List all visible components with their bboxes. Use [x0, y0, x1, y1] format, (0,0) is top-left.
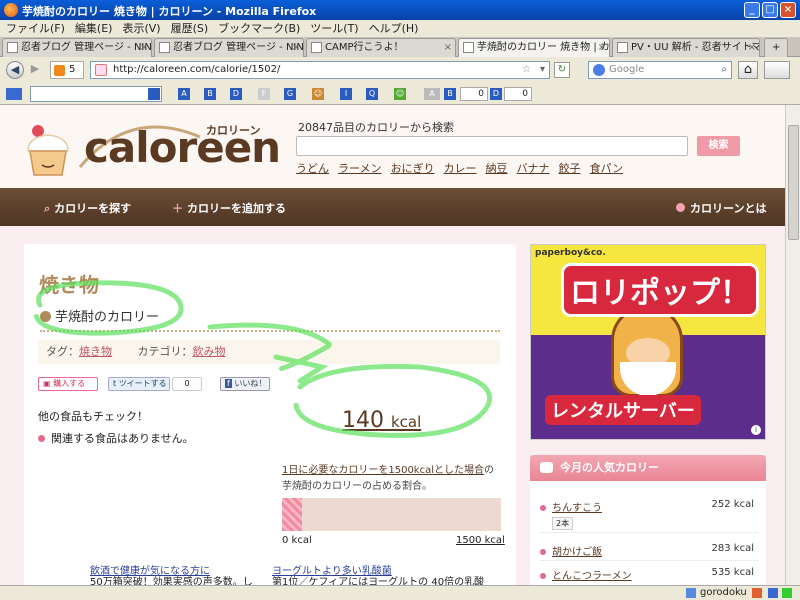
rss-button[interactable]: 5 — [50, 61, 84, 79]
toolbar-btn-q[interactable]: Q — [366, 88, 378, 100]
tab-close-icon[interactable]: × — [140, 39, 148, 56]
green-scribble-annotation — [33, 280, 492, 438]
toolbar-counter-a-label: A — [424, 88, 440, 100]
maximize-button[interactable]: □ — [762, 2, 778, 18]
toolbar-counter-b-icon: B — [444, 88, 456, 100]
menu-view[interactable]: 表示(V) — [122, 20, 160, 37]
tab-ninja-admin-2[interactable]: 忍者ブログ 管理ページ - NIN... × — [154, 38, 304, 57]
google-icon — [593, 64, 605, 76]
tab-caloreen[interactable]: 芋焼酎のカロリー 焼き物 | カ... × — [458, 38, 610, 58]
forward-button[interactable]: ▶ — [26, 61, 44, 79]
toolbar-counter-d-value: 0 — [504, 87, 532, 101]
status-user: gorodoku — [700, 587, 747, 598]
status-icon — [752, 588, 762, 598]
url-text: http://caloreen.com/calorie/1502/ — [113, 64, 281, 75]
toolbar-btn-face-icon[interactable]: ☺ — [312, 88, 324, 100]
toolbar-counter-a-value: 0 — [460, 87, 488, 101]
toolbar-btn-a[interactable]: A — [178, 88, 190, 100]
page-viewport: caloreen カロリーン 20847品目のカロリーから検索 検索 うどん ラー… — [0, 105, 785, 585]
close-button[interactable]: × — [780, 2, 796, 18]
window-titlebar[interactable]: 芋焼酎のカロリー 焼き物 | カロリーン - Mozilla Firefox _… — [0, 0, 800, 20]
menu-edit[interactable]: 編集(E) — [75, 20, 113, 37]
menu-bookmarks[interactable]: ブックマーク(B) — [218, 20, 300, 37]
menu-tools[interactable]: ツール(T) — [310, 20, 358, 37]
tab-bar: 忍者ブログ 管理ページ - NIN... × 忍者ブログ 管理ページ - NIN… — [0, 37, 800, 58]
site-favicon-icon — [95, 64, 107, 76]
tab-ninja-admin-1[interactable]: 忍者ブログ 管理ページ - NIN... × — [2, 38, 152, 57]
tab-close-icon[interactable]: × — [748, 39, 756, 56]
page-icon — [617, 42, 628, 53]
toolbar-logo-icon — [6, 88, 22, 100]
menu-history[interactable]: 履歴(S) — [171, 20, 209, 37]
menu-bar: ファイル(F) 編集(E) 表示(V) 履歴(S) ブックマーク(B) ツール(… — [0, 20, 800, 37]
toolbar-btn-f[interactable]: F — [258, 88, 270, 100]
menu-help[interactable]: ヘルプ(H) — [369, 20, 419, 37]
status-icon — [782, 588, 792, 598]
page-icon — [463, 42, 474, 53]
status-icon — [768, 588, 778, 598]
toolbar-btn-g[interactable]: G — [284, 88, 296, 100]
toolbar-btn-b[interactable]: B — [204, 88, 216, 100]
addon-button[interactable] — [764, 61, 790, 79]
menu-file[interactable]: ファイル(F) — [6, 20, 65, 37]
status-icon — [686, 588, 696, 598]
tab-close-icon[interactable]: × — [598, 39, 606, 56]
tab-close-icon[interactable]: × — [292, 39, 300, 56]
bookmark-star-icon[interactable]: ☆ — [522, 62, 531, 78]
back-button[interactable]: ◀ — [6, 61, 24, 79]
url-bar[interactable]: http://caloreen.com/calorie/1502/ ☆ ▾ — [90, 61, 550, 79]
tab-camp[interactable]: CAMP行こうよ！ × — [306, 38, 456, 57]
web-search-input[interactable]: Google ⌕ — [588, 61, 732, 79]
toolbar-btn-d[interactable]: D — [230, 88, 242, 100]
rss-icon — [54, 65, 65, 76]
scrollbar-thumb[interactable] — [788, 125, 799, 240]
tab-close-icon[interactable]: × — [444, 39, 452, 56]
toolbar-counter-d-label: D — [490, 88, 502, 100]
navigation-toolbar: ◀ ▶ 5 http://caloreen.com/calorie/1502/ … — [0, 57, 800, 83]
page-icon — [311, 42, 322, 53]
toolbar-btn-i[interactable]: I — [340, 88, 352, 100]
reload-button[interactable]: ↻ — [554, 62, 570, 78]
vertical-scrollbar[interactable] — [785, 105, 800, 585]
toolbar-search-input[interactable] — [30, 86, 162, 102]
page-icon — [7, 42, 18, 53]
window-title: 芋焼酎のカロリー 焼き物 | カロリーン - Mozilla Firefox — [22, 5, 317, 18]
page-icon — [159, 42, 170, 53]
seo-toolbar: A B D F G ☺ I Q ☺ A B 0 D 0 — [0, 83, 800, 105]
status-bar: gorodoku — [0, 585, 800, 600]
new-tab-button[interactable]: + — [764, 38, 788, 57]
firefox-icon — [4, 3, 18, 17]
search-icon[interactable]: ⌕ — [721, 62, 727, 78]
minimize-button[interactable]: _ — [744, 2, 760, 18]
tab-pv-uu[interactable]: PV・UU 解析 - 忍者サイトマ... × — [612, 38, 760, 57]
url-dropdown-icon[interactable]: ▾ — [540, 62, 545, 78]
search-icon[interactable] — [148, 88, 160, 100]
toolbar-btn-robot-icon[interactable]: ☺ — [394, 88, 406, 100]
home-button[interactable]: ⌂ — [738, 61, 758, 79]
